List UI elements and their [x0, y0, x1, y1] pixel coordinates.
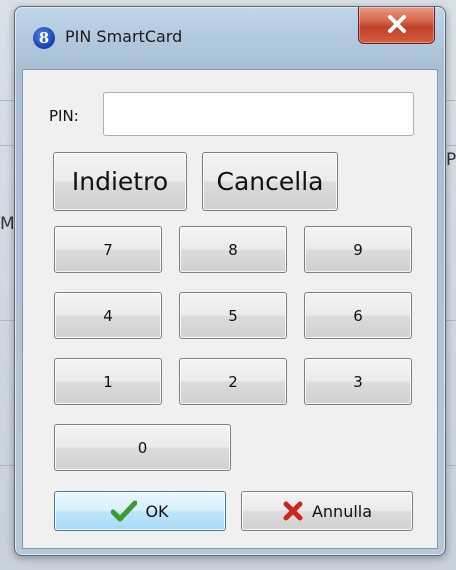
cancel-button[interactable]: Annulla [241, 491, 413, 531]
background-text-fragment: M [0, 214, 15, 234]
cancel-label: Annulla [311, 501, 373, 521]
digit-4-button[interactable]: 4 [54, 292, 162, 339]
ok-label: OK [145, 501, 169, 521]
x-mark-icon [282, 500, 304, 522]
background-text-fragment: P [446, 150, 456, 170]
digit-0-button[interactable]: 0 [54, 424, 231, 471]
checkmark-icon [111, 500, 138, 522]
digit-3-button[interactable]: 3 [304, 358, 412, 405]
pin-input[interactable] [103, 92, 414, 136]
app-logo-icon: 8 [33, 27, 55, 49]
digit-8-button[interactable]: 8 [179, 226, 287, 273]
clear-button[interactable]: Cancella [202, 152, 338, 211]
digit-1-button[interactable]: 1 [54, 358, 162, 405]
digit-5-button[interactable]: 5 [179, 292, 287, 339]
pin-smartcard-dialog: 8 PIN SmartCard PIN: Indietro Cancella 7… [14, 6, 446, 556]
back-button[interactable]: Indietro [53, 152, 187, 211]
close-button[interactable] [358, 7, 435, 44]
close-icon [388, 15, 406, 33]
pin-label: PIN: [49, 107, 79, 125]
digit-6-button[interactable]: 6 [304, 292, 412, 339]
ok-button[interactable]: OK [54, 491, 226, 531]
dialog-content: PIN: Indietro Cancella 7 8 9 4 5 6 1 2 3… [22, 69, 438, 549]
digit-7-button[interactable]: 7 [54, 226, 162, 273]
digit-2-button[interactable]: 2 [179, 358, 287, 405]
title-bar[interactable]: 8 PIN SmartCard [15, 7, 445, 59]
window-title: PIN SmartCard [65, 27, 183, 46]
digit-9-button[interactable]: 9 [304, 226, 412, 273]
